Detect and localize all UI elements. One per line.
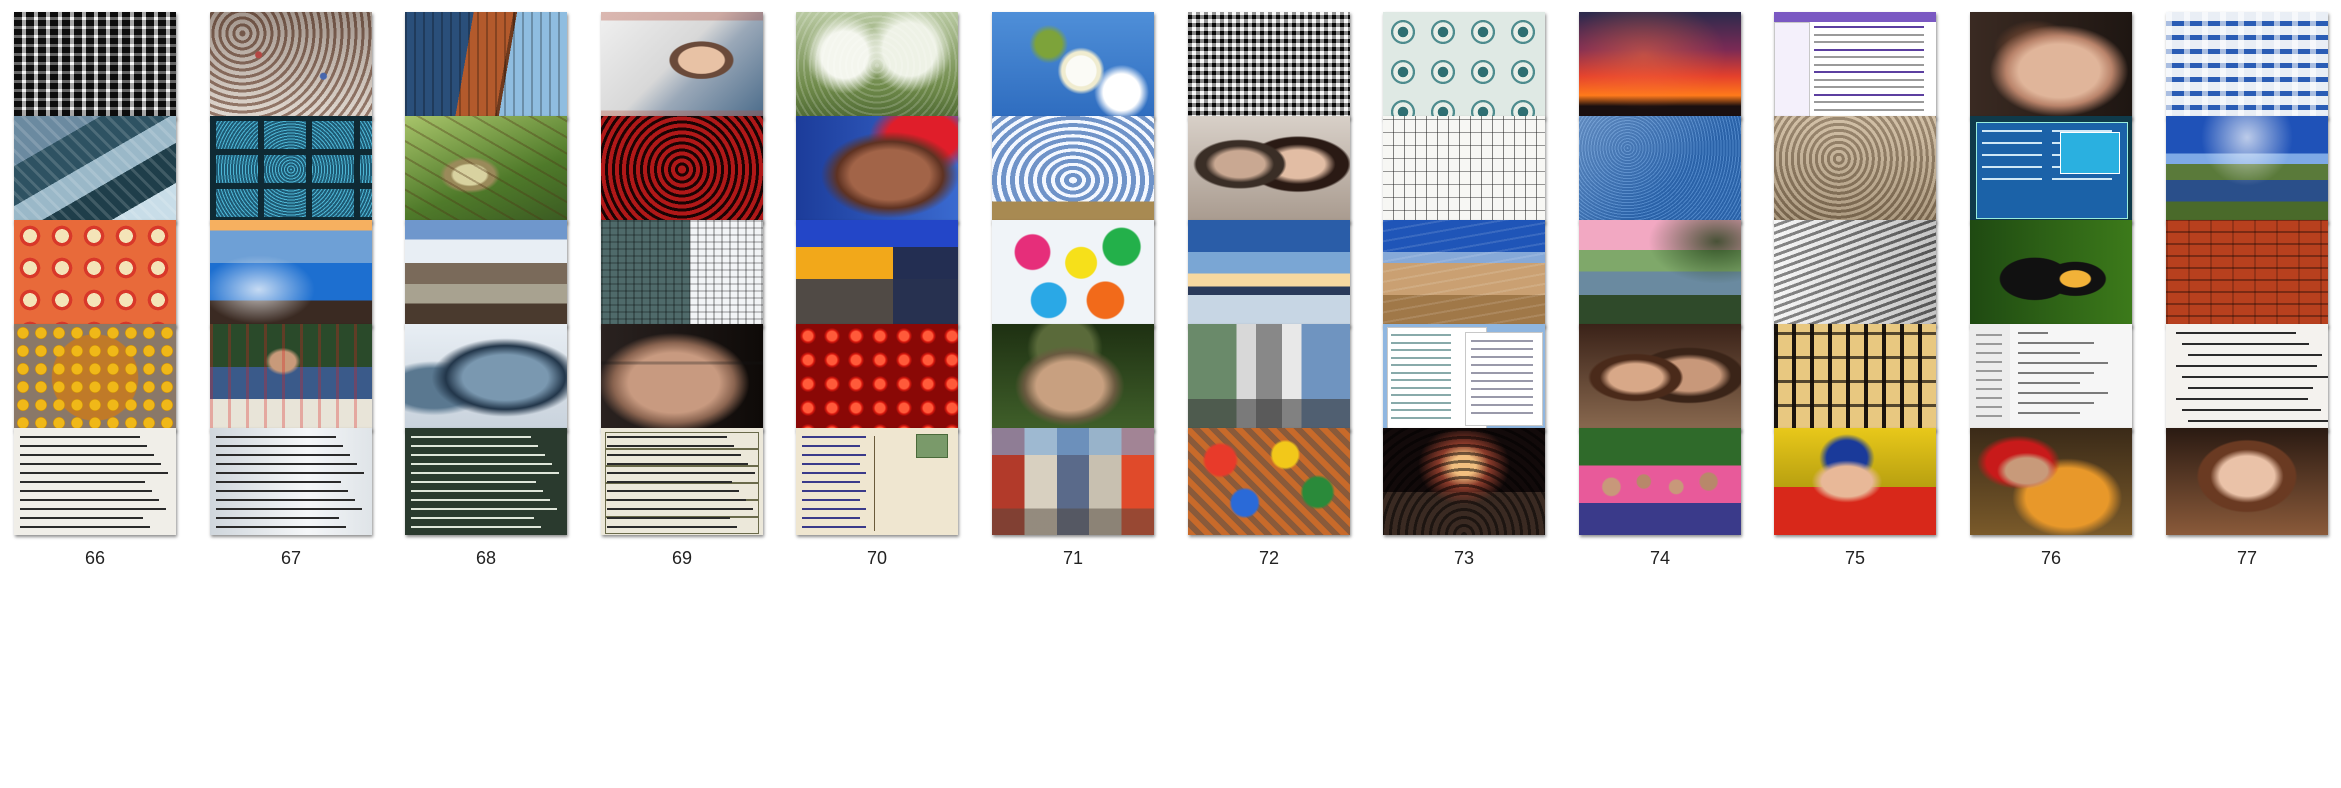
thumbnail-label[interactable]: 77 [2166, 548, 2328, 568]
thumbnail-label[interactable]: 66 [14, 548, 176, 568]
thumbnail-label[interactable]: 69 [601, 548, 763, 568]
thumbnail-image[interactable] [1774, 428, 1936, 535]
thumbnail-item[interactable]: 73 [1369, 412, 1549, 568]
thumbnail-image[interactable] [992, 428, 1154, 535]
thumbnail-label[interactable]: 68 [405, 548, 567, 568]
thumbnail-grid: 1112131415161819202122232425262728293031… [0, 0, 2341, 788]
thumbnail-item[interactable]: 66 [0, 412, 180, 568]
book-screenshot [14, 428, 176, 535]
thumbnail-item[interactable]: 75 [1760, 412, 1940, 568]
thumbnail-label[interactable]: 74 [1579, 548, 1741, 568]
thumbnail-label[interactable]: 73 [1383, 548, 1545, 568]
thumbnail-item[interactable]: 69 [587, 412, 767, 568]
thumbnail-item[interactable]: 67 [196, 412, 376, 568]
thumbnail-item[interactable]: 76 [1956, 412, 2136, 568]
thumbnail-image[interactable] [2166, 428, 2328, 535]
thumbnail-label[interactable]: 76 [1970, 548, 2132, 568]
thumbnail-image[interactable] [210, 428, 372, 535]
thumbnail-image[interactable] [1579, 428, 1741, 535]
thumbnail-image[interactable] [796, 428, 958, 535]
thumbnail-image[interactable] [601, 428, 763, 535]
thumbnail-overlay [1383, 428, 1545, 535]
thumbnail-label[interactable]: 67 [210, 548, 372, 568]
thumbnail-label[interactable]: 70 [796, 548, 958, 568]
thumbnail-label[interactable]: 71 [992, 548, 1154, 568]
thumbnail-image[interactable] [1970, 428, 2132, 535]
postcard-screenshot [796, 428, 958, 535]
thumbnail-item[interactable]: 71 [978, 412, 1158, 568]
thumbnail-image[interactable] [1188, 428, 1350, 535]
thumbnail-label[interactable]: 72 [1188, 548, 1350, 568]
chalk-screenshot [405, 428, 567, 535]
page-screenshot [210, 428, 372, 535]
thumbnail-image[interactable] [405, 428, 567, 535]
thumbnail-image[interactable] [1383, 428, 1545, 535]
thumbnail-item[interactable]: 74 [1565, 412, 1745, 568]
thumbnail-item[interactable]: 72 [1174, 412, 1354, 568]
thumbnail-item[interactable]: 68 [391, 412, 571, 568]
form-screenshot [601, 428, 763, 535]
thumbnail-item[interactable]: 77 [2152, 412, 2332, 568]
thumbnail-image[interactable] [14, 428, 176, 535]
thumbnail-item[interactable]: 70 [782, 412, 962, 568]
thumbnail-label[interactable]: 75 [1774, 548, 1936, 568]
thumbnail-overlay [992, 428, 1154, 535]
